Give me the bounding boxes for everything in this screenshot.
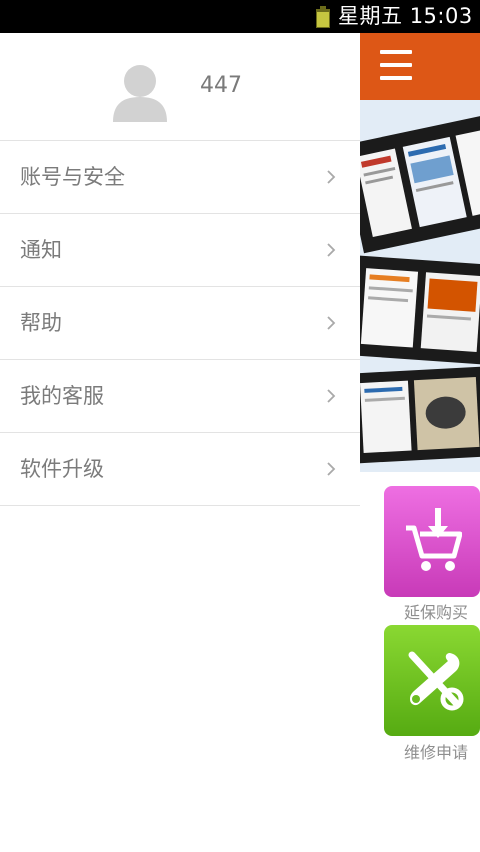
profile-header[interactable]: 447 bbox=[0, 33, 360, 141]
tile-label: 延保购买 bbox=[404, 603, 469, 622]
menu-item-label: 我的客服 bbox=[20, 384, 104, 408]
drawer-menu: 账号与安全 通知 帮助 我的客服 软件升级 bbox=[0, 141, 360, 506]
tile-label: 维修申请 bbox=[404, 743, 469, 762]
tools-icon bbox=[408, 651, 464, 711]
menu-item-label: 账号与安全 bbox=[20, 165, 125, 189]
chevron-right-icon bbox=[327, 243, 336, 257]
menu-item-label: 帮助 bbox=[20, 311, 62, 335]
menu-item-customer-service[interactable]: 我的客服 bbox=[0, 360, 360, 433]
chevron-right-icon bbox=[327, 170, 336, 184]
film-strip-newspapers-image bbox=[360, 100, 480, 472]
hamburger-menu-icon[interactable] bbox=[380, 50, 412, 80]
chevron-right-icon bbox=[327, 316, 336, 330]
extended-warranty-tile[interactable] bbox=[384, 486, 480, 597]
chevron-right-icon bbox=[327, 389, 336, 403]
status-clock: 星期五 15:03 bbox=[338, 3, 473, 30]
app-header bbox=[360, 33, 480, 100]
menu-item-software-update[interactable]: 软件升级 bbox=[0, 433, 360, 506]
battery-icon bbox=[316, 6, 330, 28]
side-drawer: 447 账号与安全 通知 帮助 我的客服 软件升级 bbox=[0, 33, 360, 852]
menu-item-account-security[interactable]: 账号与安全 bbox=[0, 141, 360, 214]
main-panel: 延保购买 维修申请 bbox=[360, 33, 480, 852]
status-time: 15:03 bbox=[409, 4, 473, 28]
menu-item-label: 软件升级 bbox=[20, 457, 104, 481]
menu-item-notifications[interactable]: 通知 bbox=[0, 214, 360, 287]
status-bar: 星期五 15:03 bbox=[0, 0, 480, 33]
status-day: 星期五 bbox=[338, 4, 403, 28]
default-avatar-icon[interactable] bbox=[113, 64, 167, 122]
menu-item-help[interactable]: 帮助 bbox=[0, 287, 360, 360]
username: 447 bbox=[200, 73, 242, 98]
cart-download-icon bbox=[406, 508, 462, 571]
menu-item-label: 通知 bbox=[20, 238, 62, 262]
chevron-right-icon bbox=[327, 462, 336, 476]
banner-image[interactable] bbox=[360, 100, 480, 472]
repair-request-tile[interactable] bbox=[384, 625, 480, 736]
